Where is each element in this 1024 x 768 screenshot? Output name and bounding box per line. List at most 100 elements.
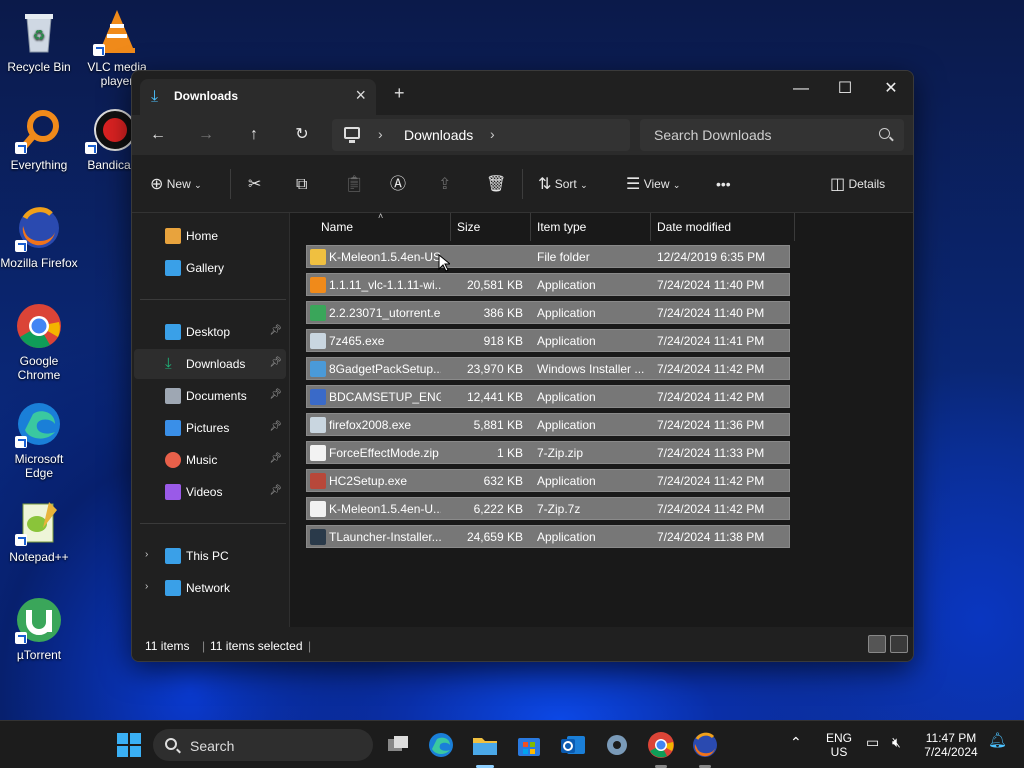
close-window-button[interactable]: ✕ bbox=[868, 75, 913, 103]
details-view-button[interactable] bbox=[868, 635, 886, 653]
file-row[interactable]: K-Meleon1.5.4en-U... 6,222 KB 7-Zip.7z 7/24… bbox=[306, 497, 790, 520]
view-list-icon: ☰ bbox=[626, 175, 641, 193]
sidebar-item-desktop[interactable]: Desktop 📌︎ bbox=[134, 317, 286, 347]
large-icons-view-button[interactable] bbox=[890, 635, 908, 653]
folder-icon bbox=[310, 249, 326, 265]
file-row[interactable]: TLauncher-Installer... 24,659 KB Applicati… bbox=[306, 525, 790, 548]
pin-icon[interactable]: 📌︎ bbox=[269, 421, 282, 432]
desktop-icon-notepadpp[interactable]: Notepad++ bbox=[0, 498, 78, 564]
column-header-date[interactable]: Date modified bbox=[657, 213, 731, 241]
taskbar-search-box[interactable]: Search bbox=[153, 729, 373, 761]
settings-gear-icon[interactable] bbox=[603, 731, 631, 759]
desktop-icon-chrome[interactable]: Google Chrome bbox=[0, 302, 78, 382]
firefox-icon[interactable] bbox=[691, 731, 719, 759]
chevron-right-icon[interactable]: › bbox=[490, 126, 495, 142]
network-status-icon[interactable]: ▭ bbox=[866, 735, 879, 749]
file-row[interactable]: BDCAMSETUP_ENG... 12,441 KB Application 7/2… bbox=[306, 385, 790, 408]
sidebar-item-this-pc[interactable]: › This PC bbox=[134, 541, 286, 571]
chrome-icon[interactable] bbox=[647, 731, 675, 759]
sidebar-item-gallery[interactable]: Gallery bbox=[134, 253, 286, 283]
file-row[interactable]: 2.2.23071_utorrent.e... 386 KB Application… bbox=[306, 301, 790, 324]
edge-icon[interactable] bbox=[427, 731, 455, 759]
address-bar[interactable]: › Downloads › bbox=[332, 119, 630, 151]
selected-count: 11 items selected bbox=[210, 639, 303, 653]
back-arrow-icon[interactable]: ← bbox=[146, 123, 170, 147]
pin-icon[interactable]: 📌︎ bbox=[269, 325, 282, 336]
file-row[interactable]: 7z465.exe 918 KB Application 7/24/2024 11:4… bbox=[306, 329, 790, 352]
pin-icon[interactable]: 📌︎ bbox=[269, 357, 282, 368]
file-row[interactable]: ForceEffectMode.zip 1 KB 7-Zip.zip 7/24/202… bbox=[306, 441, 790, 464]
input-language[interactable]: ENG US bbox=[822, 731, 856, 759]
see-more-button[interactable]: ••• bbox=[716, 173, 731, 195]
start-button[interactable] bbox=[115, 731, 143, 759]
sidebar-item-home[interactable]: Home bbox=[134, 221, 286, 251]
desktop-icon-firefox[interactable]: Mozilla Firefox bbox=[0, 204, 78, 270]
rename-icon[interactable]: Ⓐ bbox=[390, 173, 406, 195]
file-size: 1 KB bbox=[496, 446, 523, 460]
microsoft-store-icon[interactable] bbox=[515, 731, 543, 759]
clock-date: 7/24/2024 bbox=[924, 745, 978, 759]
navigation-bar: ← → ↑ ↻ › Downloads › Search Downloads bbox=[132, 115, 913, 155]
desktop-icon-edge[interactable]: Microsoft Edge bbox=[0, 400, 78, 480]
sidebar-item-music[interactable]: Music 📌︎ bbox=[134, 445, 286, 475]
file-row[interactable]: 1.1.11_vlc-1.1.11-wi... 20,581 KB Applicat… bbox=[306, 273, 790, 296]
pin-icon[interactable]: 📌︎ bbox=[269, 485, 282, 496]
pin-icon[interactable]: 📌︎ bbox=[269, 389, 282, 400]
view-button[interactable]: ☰ View ⌄ bbox=[626, 173, 680, 195]
search-input[interactable]: Search Downloads bbox=[654, 127, 772, 143]
forward-arrow-icon[interactable]: → bbox=[194, 123, 218, 147]
new-button[interactable]: ⊕ New ⌄ bbox=[150, 173, 202, 195]
new-tab-button[interactable]: + bbox=[394, 83, 405, 104]
cut-icon[interactable]: ✂ bbox=[248, 173, 261, 195]
language-code: ENG bbox=[825, 731, 852, 745]
refresh-icon[interactable]: ↻ bbox=[290, 123, 314, 147]
share-icon[interactable]: ⇪ bbox=[438, 173, 451, 195]
sidebar-item-label: Home bbox=[186, 229, 219, 243]
chevron-right-icon[interactable]: › bbox=[145, 581, 148, 592]
column-header-size[interactable]: Size bbox=[457, 213, 480, 241]
pin-icon[interactable]: 📌︎ bbox=[269, 453, 282, 464]
details-button[interactable]: ◫ Details bbox=[830, 173, 885, 195]
maximize-button[interactable]: ☐ bbox=[822, 75, 868, 103]
file-name: 2.2.23071_utorrent.e... bbox=[329, 306, 441, 320]
sidebar-item-network[interactable]: › Network bbox=[134, 573, 286, 603]
column-header-name[interactable]: Name bbox=[321, 213, 353, 241]
file-row[interactable]: HC2Setup.exe 632 KB Application 7/24/2024 1… bbox=[306, 469, 790, 492]
minimize-button[interactable]: — bbox=[778, 75, 824, 103]
sidebar-item-pictures[interactable]: Pictures 📌︎ bbox=[134, 413, 286, 443]
clock[interactable]: 11:47 PM 7/24/2024 bbox=[918, 731, 984, 759]
file-icon bbox=[310, 529, 326, 545]
file-date: 12/24/2019 6:35 PM bbox=[657, 250, 766, 264]
column-header-type[interactable]: Item type bbox=[537, 213, 586, 241]
search-box[interactable]: Search Downloads bbox=[640, 119, 904, 151]
delete-icon[interactable]: 🗑︎ bbox=[486, 173, 506, 195]
outlook-icon[interactable] bbox=[559, 731, 587, 759]
breadcrumb-downloads[interactable]: Downloads bbox=[404, 127, 473, 143]
file-explorer-icon[interactable] bbox=[471, 731, 499, 759]
file-row[interactable]: firefox2008.exe 5,881 KB Application 7/24/2… bbox=[306, 413, 790, 436]
notification-bell-icon[interactable]: 🔔︎ bbox=[988, 733, 1007, 748]
chevron-right-icon[interactable]: › bbox=[378, 126, 383, 142]
tab-downloads[interactable]: ⤓ Downloads × bbox=[140, 79, 376, 115]
task-view-icon[interactable] bbox=[384, 731, 412, 759]
paste-icon[interactable]: 📋︎ bbox=[344, 173, 364, 195]
up-arrow-icon[interactable]: ↑ bbox=[242, 123, 266, 147]
desktop-icon-everything[interactable]: Everything bbox=[0, 106, 78, 172]
file-size: 5,881 KB bbox=[473, 418, 523, 432]
file-type: Application bbox=[537, 278, 596, 292]
sidebar-item-downloads[interactable]: ⤓ Downloads 📌︎ bbox=[134, 349, 286, 379]
copy-icon[interactable]: ⧉ bbox=[296, 173, 307, 195]
desktop-icon-utorrent[interactable]: µTorrent bbox=[0, 596, 78, 662]
desktop-icon-recycle-bin[interactable]: ♻ Recycle Bin bbox=[0, 8, 78, 74]
volume-muted-icon[interactable]: 🔇︎ bbox=[892, 735, 901, 749]
chevron-right-icon[interactable]: › bbox=[145, 549, 148, 560]
show-hidden-icons-chevron-icon[interactable]: ⌃ bbox=[790, 735, 802, 749]
sidebar-item-label: Music bbox=[186, 453, 218, 467]
sidebar-item-videos[interactable]: Videos 📌︎ bbox=[134, 477, 286, 507]
file-row[interactable]: 8GadgetPackSetup.... 23,970 KB Windows Ins… bbox=[306, 357, 790, 380]
close-tab-icon[interactable]: × bbox=[355, 85, 366, 106]
file-row[interactable]: K-Meleon1.5.4en-US File folder 12/24/2019 … bbox=[306, 245, 790, 268]
taskbar-search-input[interactable]: Search bbox=[190, 738, 234, 754]
sidebar-item-documents[interactable]: Documents 📌︎ bbox=[134, 381, 286, 411]
sort-button[interactable]: ⇅ Sort ⌄ bbox=[538, 173, 588, 195]
